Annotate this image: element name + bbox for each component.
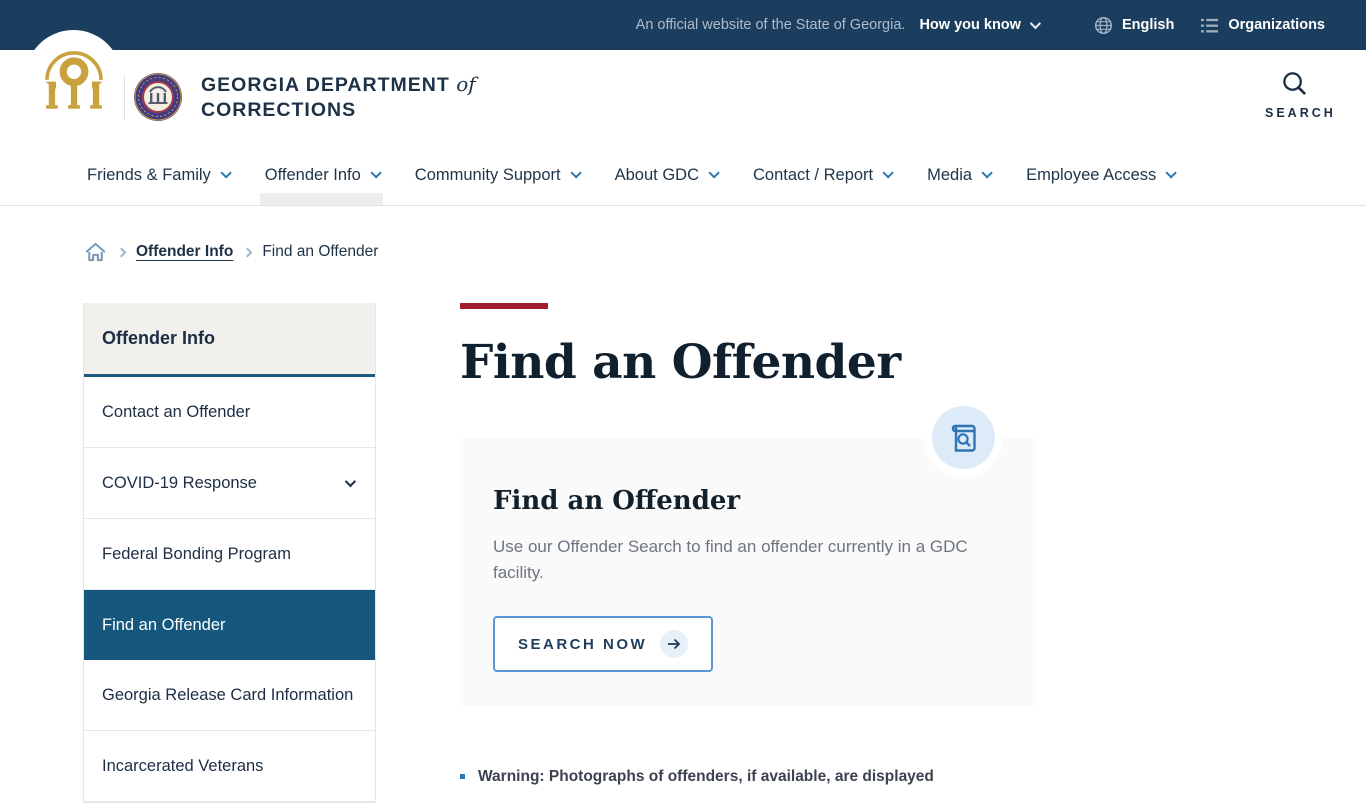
nav-community-support[interactable]: Community Support bbox=[410, 145, 583, 205]
page-title: Find an Offender bbox=[460, 335, 901, 390]
globe-icon bbox=[1094, 16, 1112, 34]
sidebar-item-incarcerated-veterans[interactable]: Incarcerated Veterans bbox=[84, 731, 375, 802]
breadcrumb-offender-info[interactable]: Offender Info bbox=[136, 243, 233, 261]
arch-logo-icon bbox=[44, 50, 103, 109]
chevron-down-icon bbox=[882, 167, 894, 179]
site-header: GEORGIA DEPARTMENT of CORRECTIONS SEARCH bbox=[0, 30, 1366, 145]
chevron-down-icon bbox=[708, 167, 720, 179]
org-list-icon bbox=[1201, 18, 1219, 32]
warning-list-item: Warning: Photographs of offenders, if av… bbox=[460, 766, 1036, 788]
site-search-button[interactable]: SEARCH bbox=[1265, 70, 1336, 120]
nav-friends-family[interactable]: Friends & Family bbox=[82, 145, 233, 205]
sidebar-item-georgia-release-card[interactable]: Georgia Release Card Information bbox=[84, 660, 375, 731]
how-you-know-dropdown[interactable]: How you know bbox=[919, 17, 1042, 33]
chevron-down-icon bbox=[370, 167, 382, 179]
chevron-down-icon bbox=[981, 167, 993, 179]
search-label: SEARCH bbox=[1265, 106, 1336, 120]
nav-about-gdc[interactable]: About GDC bbox=[610, 145, 721, 205]
card-icon-badge bbox=[932, 406, 995, 469]
sidebar-title[interactable]: Offender Info bbox=[84, 303, 375, 377]
sidebar-item-federal-bonding-program[interactable]: Federal Bonding Program bbox=[84, 519, 375, 590]
section-sidebar: Offender Info Contact an Offender COVID-… bbox=[83, 303, 376, 803]
arrow-right-icon bbox=[660, 630, 689, 658]
chevron-down-icon bbox=[1165, 167, 1178, 179]
main-navigation: Friends & Family Offender Info Community… bbox=[0, 145, 1366, 206]
header-divider bbox=[124, 74, 125, 120]
breadcrumb-separator-icon bbox=[242, 247, 253, 257]
card-title: Find an Offender bbox=[493, 486, 741, 516]
home-icon[interactable] bbox=[84, 241, 107, 263]
official-banner: An official website of the State of Geor… bbox=[0, 0, 1366, 50]
search-now-button[interactable]: SEARCH NOW bbox=[493, 616, 714, 672]
title-accent-bar bbox=[460, 303, 548, 309]
language-label: English bbox=[1121, 17, 1175, 33]
gdc-seal-icon bbox=[134, 73, 182, 121]
breadcrumb: Offender Info Find an Offender bbox=[84, 241, 378, 263]
chevron-down-icon bbox=[220, 167, 232, 179]
breadcrumb-current: Find an Offender bbox=[262, 243, 379, 260]
list-bullet-icon bbox=[460, 774, 465, 779]
language-selector[interactable]: English bbox=[1094, 16, 1174, 35]
search-icon bbox=[1282, 72, 1306, 96]
nav-employee-access[interactable]: Employee Access bbox=[1021, 145, 1178, 205]
book-search-icon bbox=[951, 424, 976, 452]
sidebar-item-find-an-offender[interactable]: Find an Offender bbox=[84, 590, 375, 660]
agency-title[interactable]: GEORGIA DEPARTMENT of CORRECTIONS bbox=[201, 72, 476, 123]
warning-text: Warning: Photographs of offenders, if av… bbox=[478, 768, 934, 785]
official-website-text: An official website of the State of Geor… bbox=[635, 17, 906, 33]
find-offender-card: Find an Offender Use our Offender Search… bbox=[460, 406, 1036, 706]
card-description: Use our Offender Search to find an offen… bbox=[493, 537, 968, 582]
main-content: Find an Offender Find an Offender Use ou… bbox=[460, 303, 1036, 788]
georgia-arch-logo[interactable] bbox=[25, 30, 122, 127]
chevron-down-icon bbox=[1029, 17, 1042, 30]
sidebar-item-covid-19-response[interactable]: COVID-19 Response bbox=[84, 448, 375, 519]
chevron-down-icon bbox=[570, 167, 582, 179]
nav-media[interactable]: Media bbox=[922, 145, 994, 205]
organizations-link[interactable]: Organizations bbox=[1200, 17, 1325, 34]
organizations-label: Organizations bbox=[1228, 17, 1325, 33]
agency-line1: GEORGIA DEPARTMENT of bbox=[201, 72, 476, 96]
chevron-down-icon bbox=[344, 475, 357, 488]
nav-offender-info[interactable]: Offender Info bbox=[259, 145, 383, 205]
agency-line2: CORRECTIONS bbox=[201, 99, 357, 121]
breadcrumb-separator-icon bbox=[116, 247, 127, 257]
nav-contact-report[interactable]: Contact / Report bbox=[748, 145, 895, 205]
sidebar-item-contact-an-offender[interactable]: Contact an Offender bbox=[84, 377, 375, 448]
how-you-know-label: How you know bbox=[919, 17, 1021, 33]
